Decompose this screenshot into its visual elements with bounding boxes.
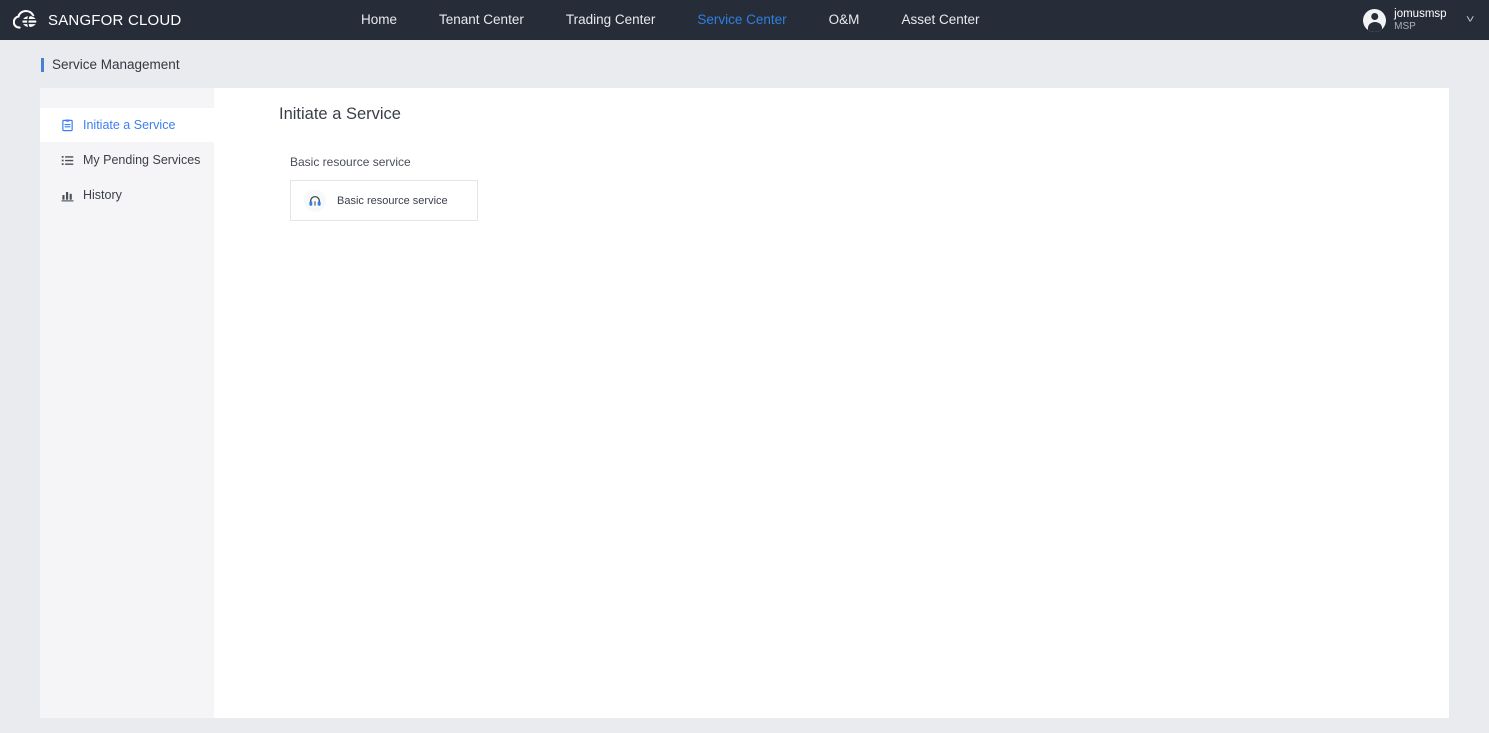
sidebar-item-label: My Pending Services [83, 153, 201, 167]
cloud-globe-logo-icon [13, 9, 39, 31]
brand-logo-link[interactable]: SANGFOR CLOUD [0, 9, 181, 31]
nav-item-home[interactable]: Home [340, 0, 418, 40]
content-panel: Initiate a Service My Pending Services H… [40, 88, 1449, 718]
sidebar-item-my-pending-services[interactable]: My Pending Services [40, 143, 214, 177]
sidebar-item-label: Initiate a Service [83, 118, 176, 132]
sidebar: Initiate a Service My Pending Services H… [40, 88, 214, 718]
user-name: jomusmsp [1394, 7, 1447, 20]
sidebar-item-initiate-a-service[interactable]: Initiate a Service [40, 108, 214, 142]
bar-chart-icon [61, 189, 74, 202]
top-header: SANGFOR CLOUD Home Tenant Center Trading… [0, 0, 1489, 40]
nav-item-trading-center[interactable]: Trading Center [545, 0, 677, 40]
nav-item-service-center[interactable]: Service Center [676, 0, 807, 40]
page-title: Initiate a Service [279, 105, 401, 123]
breadcrumb: Service Management [0, 57, 180, 72]
section-label-basic-resource-service: Basic resource service [290, 155, 411, 169]
user-avatar-icon [1363, 8, 1387, 32]
form-document-icon [61, 119, 74, 132]
sidebar-item-label: History [83, 188, 122, 202]
service-card-basic-resource-service[interactable]: Basic resource service [290, 180, 478, 221]
brand-name: SANGFOR CLOUD [48, 11, 182, 29]
breadcrumb-bar: Service Management [0, 41, 1489, 88]
breadcrumb-label: Service Management [52, 57, 180, 72]
nav-item-om[interactable]: O&M [808, 0, 881, 40]
user-menu[interactable]: jomusmsp MSP ˅ [1363, 0, 1475, 40]
user-info: jomusmsp MSP [1394, 8, 1446, 32]
nav-item-asset-center[interactable]: Asset Center [880, 0, 1000, 40]
main-content: Initiate a Service Basic resource servic… [214, 88, 1449, 718]
user-role: MSP [1394, 20, 1416, 32]
chevron-down-icon[interactable]: ˅ [1465, 14, 1474, 26]
nav-item-tenant-center[interactable]: Tenant Center [418, 0, 545, 40]
main-navigation: Home Tenant Center Trading Center Servic… [340, 0, 1000, 40]
sidebar-item-history[interactable]: History [40, 178, 214, 212]
list-icon [61, 154, 74, 167]
breadcrumb-accent-bar [41, 57, 44, 72]
headset-icon [304, 189, 326, 212]
service-card-label: Basic resource service [337, 194, 448, 207]
